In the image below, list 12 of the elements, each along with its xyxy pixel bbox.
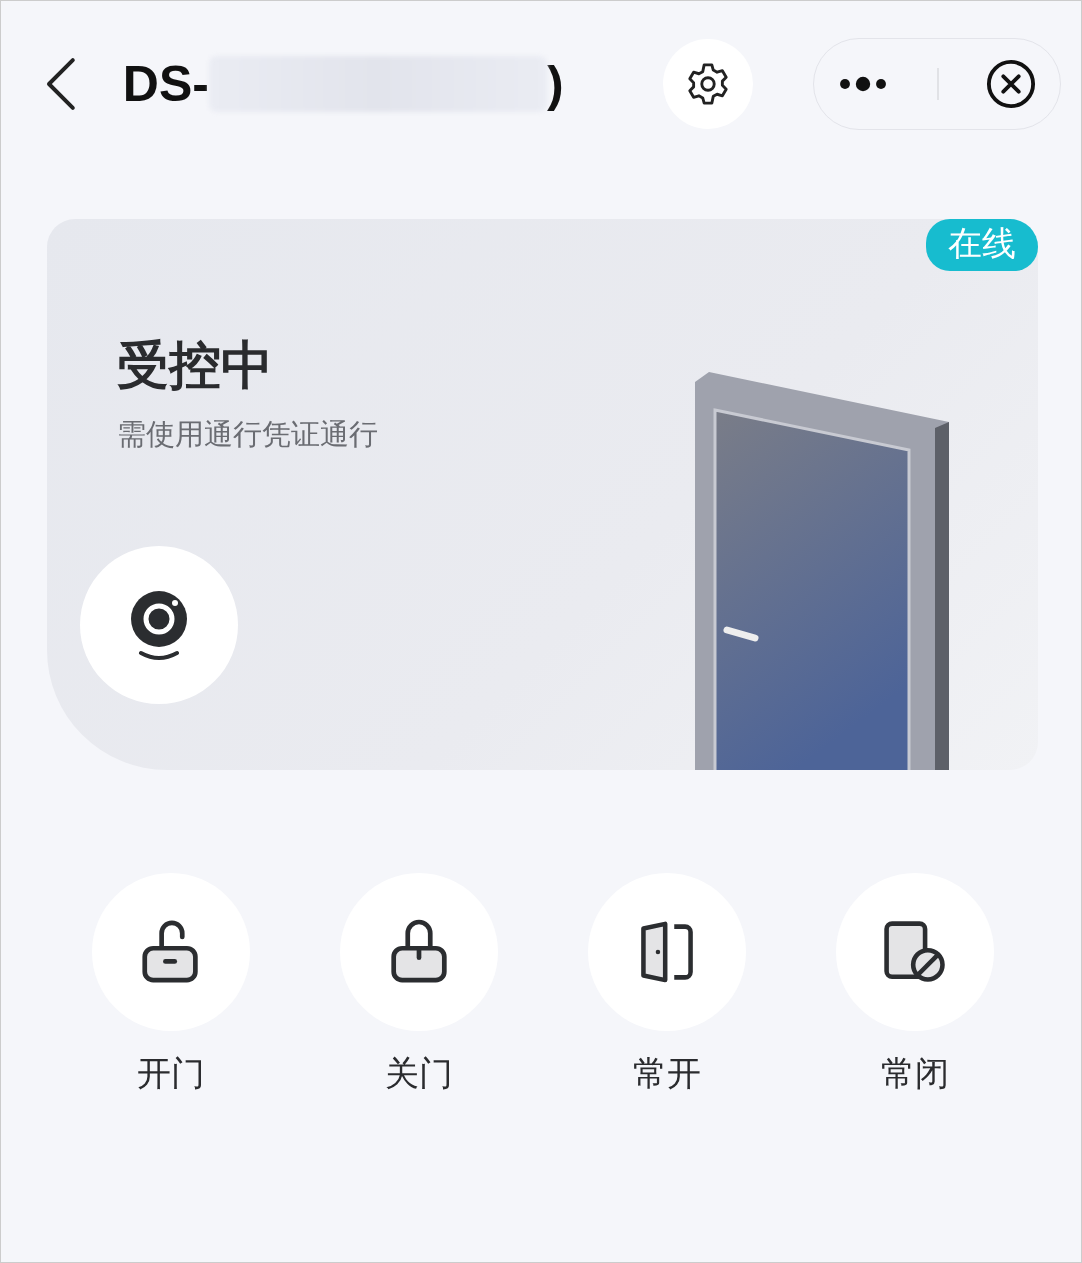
status-note: 需使用通行凭证通行 <box>117 416 379 453</box>
status-title: 受控中 <box>117 334 274 397</box>
online-badge: 在线 <box>926 219 1038 271</box>
action-label: 关门 <box>385 1052 453 1095</box>
action-label: 开门 <box>137 1052 205 1095</box>
close-icon[interactable] <box>986 59 1037 109</box>
action-label: 常闭 <box>881 1052 949 1095</box>
device-title: DS- <box>122 55 209 113</box>
device-title-suffix: ) <box>546 55 564 113</box>
door-blocked-icon <box>882 919 948 985</box>
back-icon[interactable] <box>45 57 77 111</box>
action-label: 常开 <box>633 1052 701 1095</box>
